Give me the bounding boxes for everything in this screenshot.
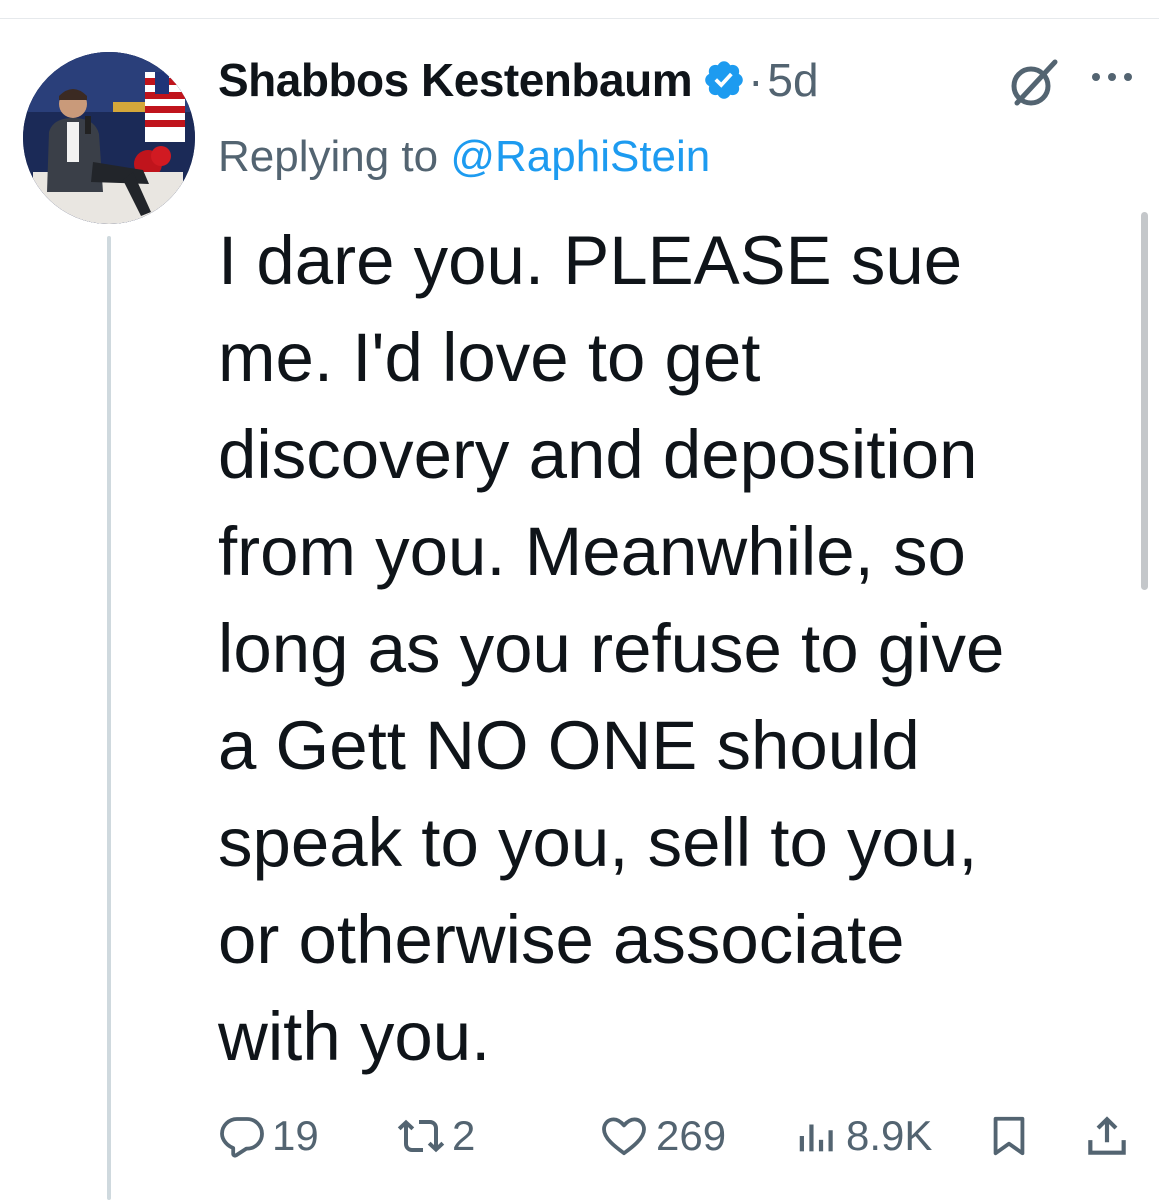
repost-count: 2 <box>452 1112 476 1159</box>
bookmark-button[interactable] <box>986 1104 1032 1168</box>
avatar-photo <box>23 52 195 224</box>
views-count: 8.9K <box>846 1112 933 1159</box>
tweet-text-line: long as you refuse to give <box>218 610 1005 687</box>
avatar[interactable] <box>23 52 195 224</box>
share-icon <box>1088 1116 1126 1155</box>
tweet-text-line: me. I'd love to get <box>218 319 761 396</box>
author-name[interactable]: Shabbos Kestenbaum <box>218 53 693 107</box>
repost-icon <box>397 1119 445 1153</box>
repost-button[interactable]: 2 <box>396 1104 475 1168</box>
tweet-text-line: discovery and deposition <box>218 416 978 493</box>
like-button[interactable]: 269 <box>598 1104 726 1168</box>
action-bar: 19 2 269 8.9K <box>0 1104 1159 1168</box>
tweet-text-line: from you. Meanwhile, so <box>218 513 966 590</box>
more-icon[interactable] <box>1086 62 1138 92</box>
reply-count: 19 <box>272 1112 319 1159</box>
like-count: 269 <box>656 1112 727 1159</box>
grok-icon[interactable] <box>1007 56 1061 110</box>
scrollbar[interactable] <box>1141 212 1148 590</box>
timestamp-separator: · <box>748 54 764 106</box>
timestamp[interactable]: 5d <box>767 54 818 106</box>
tweet-text-line: a Gett NO ONE should <box>218 707 920 784</box>
replying-to-handle[interactable]: @RaphiStein <box>450 132 710 181</box>
share-button[interactable] <box>1082 1104 1132 1168</box>
tweet-header: Shabbos Kestenbaum ·5d <box>218 52 819 108</box>
tweet-text: I dare you. PLEASE sue me. I'd love to g… <box>218 212 1118 1085</box>
views-icon <box>799 1124 833 1152</box>
replying-to-prefix: Replying to <box>218 132 451 181</box>
tweet-text-line: or otherwise associate <box>218 901 905 978</box>
tweet-text-line: with you. <box>218 998 491 1075</box>
bookmark-icon <box>993 1116 1025 1156</box>
tweet-text-line: speak to you, sell to you, <box>218 804 978 881</box>
reply-button[interactable]: 19 <box>218 1104 319 1168</box>
views-button[interactable]: 8.9K <box>794 1104 932 1168</box>
top-divider <box>0 18 1159 19</box>
tweet-text-line: I dare you. PLEASE sue <box>218 222 963 299</box>
replying-to: Replying to @RaphiStein <box>218 132 710 182</box>
reply-icon <box>220 1117 264 1158</box>
thread-line <box>107 236 111 1200</box>
verified-badge-icon[interactable] <box>702 58 746 102</box>
like-icon <box>602 1117 646 1156</box>
